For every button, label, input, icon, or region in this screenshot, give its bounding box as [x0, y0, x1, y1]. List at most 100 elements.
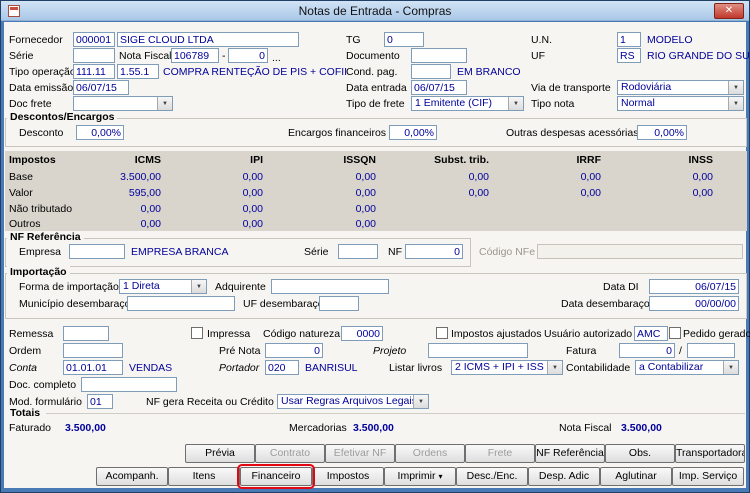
- forma-importacao-select[interactable]: 1 Direta ▼: [119, 279, 207, 294]
- remessa-input[interactable]: [63, 326, 109, 341]
- imprimir-button[interactable]: Imprimir▾: [384, 467, 456, 486]
- contabilidade-label: Contabilidade: [566, 362, 630, 374]
- chevron-down-icon[interactable]: ▼: [508, 97, 523, 110]
- chevron-down-icon[interactable]: ▼: [191, 280, 206, 293]
- municipio-desembaraco-input[interactable]: [127, 296, 235, 311]
- transportadora-button[interactable]: Transportadora: [675, 444, 745, 463]
- projeto-input[interactable]: [428, 343, 528, 358]
- serie-input[interactable]: [73, 48, 115, 63]
- nota-fiscal-sub-input[interactable]: [228, 48, 268, 63]
- fornecedor-name-input[interactable]: [117, 32, 299, 47]
- titlebar[interactable]: Notas de Entrada - Compras: [1, 1, 749, 21]
- importacao-title: Importação: [7, 266, 70, 278]
- nota-fiscal-dash: -: [222, 50, 226, 62]
- impostos-ajustados-label: Impostos ajustados: [451, 328, 541, 340]
- obs-button[interactable]: Obs.: [605, 444, 675, 463]
- documento-input[interactable]: [411, 48, 467, 63]
- uf-input[interactable]: [617, 48, 641, 63]
- financeiro-button[interactable]: Financeiro: [240, 467, 312, 486]
- codigo-nfe-label: Código NFe: [479, 246, 535, 258]
- tipo-nota-select[interactable]: Normal ▼: [617, 96, 744, 111]
- adquirente-input[interactable]: [271, 279, 389, 294]
- impostos-ajustados-checkbox[interactable]: [436, 327, 448, 339]
- previa-button[interactable]: Prévia: [185, 444, 255, 463]
- outros-icms: 0,00: [69, 218, 161, 230]
- imp-servico-button[interactable]: Imp. Serviço: [672, 467, 744, 486]
- tipo-operacao-code1-input[interactable]: [73, 64, 115, 79]
- chevron-down-icon[interactable]: ▼: [723, 361, 738, 374]
- close-button[interactable]: ✕: [714, 3, 744, 19]
- desconto-input[interactable]: [76, 125, 124, 140]
- tg-input[interactable]: [384, 32, 424, 47]
- aglutinar-button[interactable]: Aglutinar: [600, 467, 672, 486]
- totais-title: Totais: [7, 407, 43, 419]
- un-label: U.N.: [531, 34, 552, 46]
- tipo-operacao-label: Tipo operação: [9, 66, 76, 78]
- codigo-natureza-label: Código natureza: [263, 328, 340, 340]
- chevron-down-icon[interactable]: ▼: [547, 361, 562, 374]
- chevron-down-icon[interactable]: ▼: [413, 395, 428, 408]
- usuario-autorizado-label: Usuário autorizado: [544, 328, 632, 340]
- nfref-nf-input[interactable]: [405, 244, 463, 259]
- base-irrf: 0,00: [509, 171, 601, 183]
- desp-adic-button[interactable]: Desp. Adic: [528, 467, 600, 486]
- pre-nota-input[interactable]: [265, 343, 323, 358]
- via-transporte-select[interactable]: Rodoviária ▼: [617, 80, 744, 95]
- impostos-button[interactable]: Impostos: [312, 467, 384, 486]
- base-ipi: 0,00: [171, 171, 263, 183]
- portador-input[interactable]: [265, 360, 299, 375]
- municipio-desembaraco-label: Município desembaraço: [19, 298, 130, 310]
- mod-formulario-input[interactable]: [87, 394, 113, 409]
- desc-enc-button[interactable]: Desc./Enc.: [456, 467, 528, 486]
- itens-button[interactable]: Itens: [168, 467, 240, 486]
- fatura-input[interactable]: [619, 343, 675, 358]
- documento-label: Documento: [346, 50, 400, 62]
- cond-pag-input[interactable]: [411, 64, 451, 79]
- fatura-parcela-input[interactable]: [687, 343, 735, 358]
- naotrib-icms: 0,00: [69, 203, 161, 215]
- data-entrada-input[interactable]: [411, 80, 467, 95]
- data-desembaraco-label: Data desembaraço: [561, 298, 650, 310]
- data-desembaraco-input[interactable]: [649, 296, 739, 311]
- outras-despesas-input[interactable]: [637, 125, 687, 140]
- codigo-nfe-input: [537, 244, 743, 259]
- faturado-label: Faturado: [9, 422, 51, 434]
- chevron-down-icon[interactable]: ▼: [728, 97, 743, 110]
- conta-input[interactable]: [63, 360, 123, 375]
- nota-fiscal-input[interactable]: [171, 48, 219, 63]
- codigo-natureza-input[interactable]: [341, 326, 383, 341]
- tipo-operacao-code2-input[interactable]: [117, 64, 159, 79]
- tipo-frete-label: Tipo de frete: [346, 98, 405, 110]
- doc-frete-select[interactable]: ▼: [73, 96, 173, 111]
- uf-desembaraco-input[interactable]: [319, 296, 359, 311]
- uf-desc: RIO GRANDE DO SUL: [647, 50, 750, 62]
- listar-livros-select[interactable]: 2 ICMS + IPI + ISS ▼: [451, 360, 563, 375]
- encargos-input[interactable]: [389, 125, 437, 140]
- nfref-serie-input[interactable]: [338, 244, 378, 259]
- acompanh-button[interactable]: Acompanh.: [96, 467, 168, 486]
- nf-referencia-button[interactable]: NF Referência: [535, 444, 605, 463]
- ordem-input[interactable]: [63, 343, 123, 358]
- doc-completo-input[interactable]: [81, 377, 177, 392]
- fornecedor-code-input[interactable]: [73, 32, 115, 47]
- pedido-gerado-checkbox[interactable]: [669, 327, 681, 339]
- valor-issqn: 0,00: [284, 187, 376, 199]
- un-desc: MODELO: [647, 34, 693, 46]
- contabilidade-select[interactable]: a Contabilizar ▼: [635, 360, 739, 375]
- nf-gera-select[interactable]: Usar Regras Arquivos Legais ▼: [277, 394, 429, 409]
- impressa-checkbox[interactable]: [191, 327, 203, 339]
- un-input[interactable]: [617, 32, 641, 47]
- tipo-frete-select[interactable]: 1 Emitente (CIF) ▼: [411, 96, 524, 111]
- data-emissao-input[interactable]: [73, 80, 129, 95]
- empresa-input[interactable]: [69, 244, 125, 259]
- data-di-input[interactable]: [649, 279, 739, 294]
- base-issqn: 0,00: [284, 171, 376, 183]
- outras-despesas-label: Outras despesas acessórias: [506, 127, 638, 139]
- nota-fiscal-more-button[interactable]: ...: [272, 52, 281, 64]
- valor-subst: 0,00: [397, 187, 489, 199]
- usuario-autorizado-input[interactable]: [634, 326, 668, 341]
- row-nao-tributado-label: Não tributado: [9, 203, 72, 215]
- chevron-down-icon[interactable]: ▼: [157, 97, 172, 110]
- chevron-down-icon[interactable]: ▼: [728, 81, 743, 94]
- pre-nota-label: Pré Nota: [219, 345, 260, 357]
